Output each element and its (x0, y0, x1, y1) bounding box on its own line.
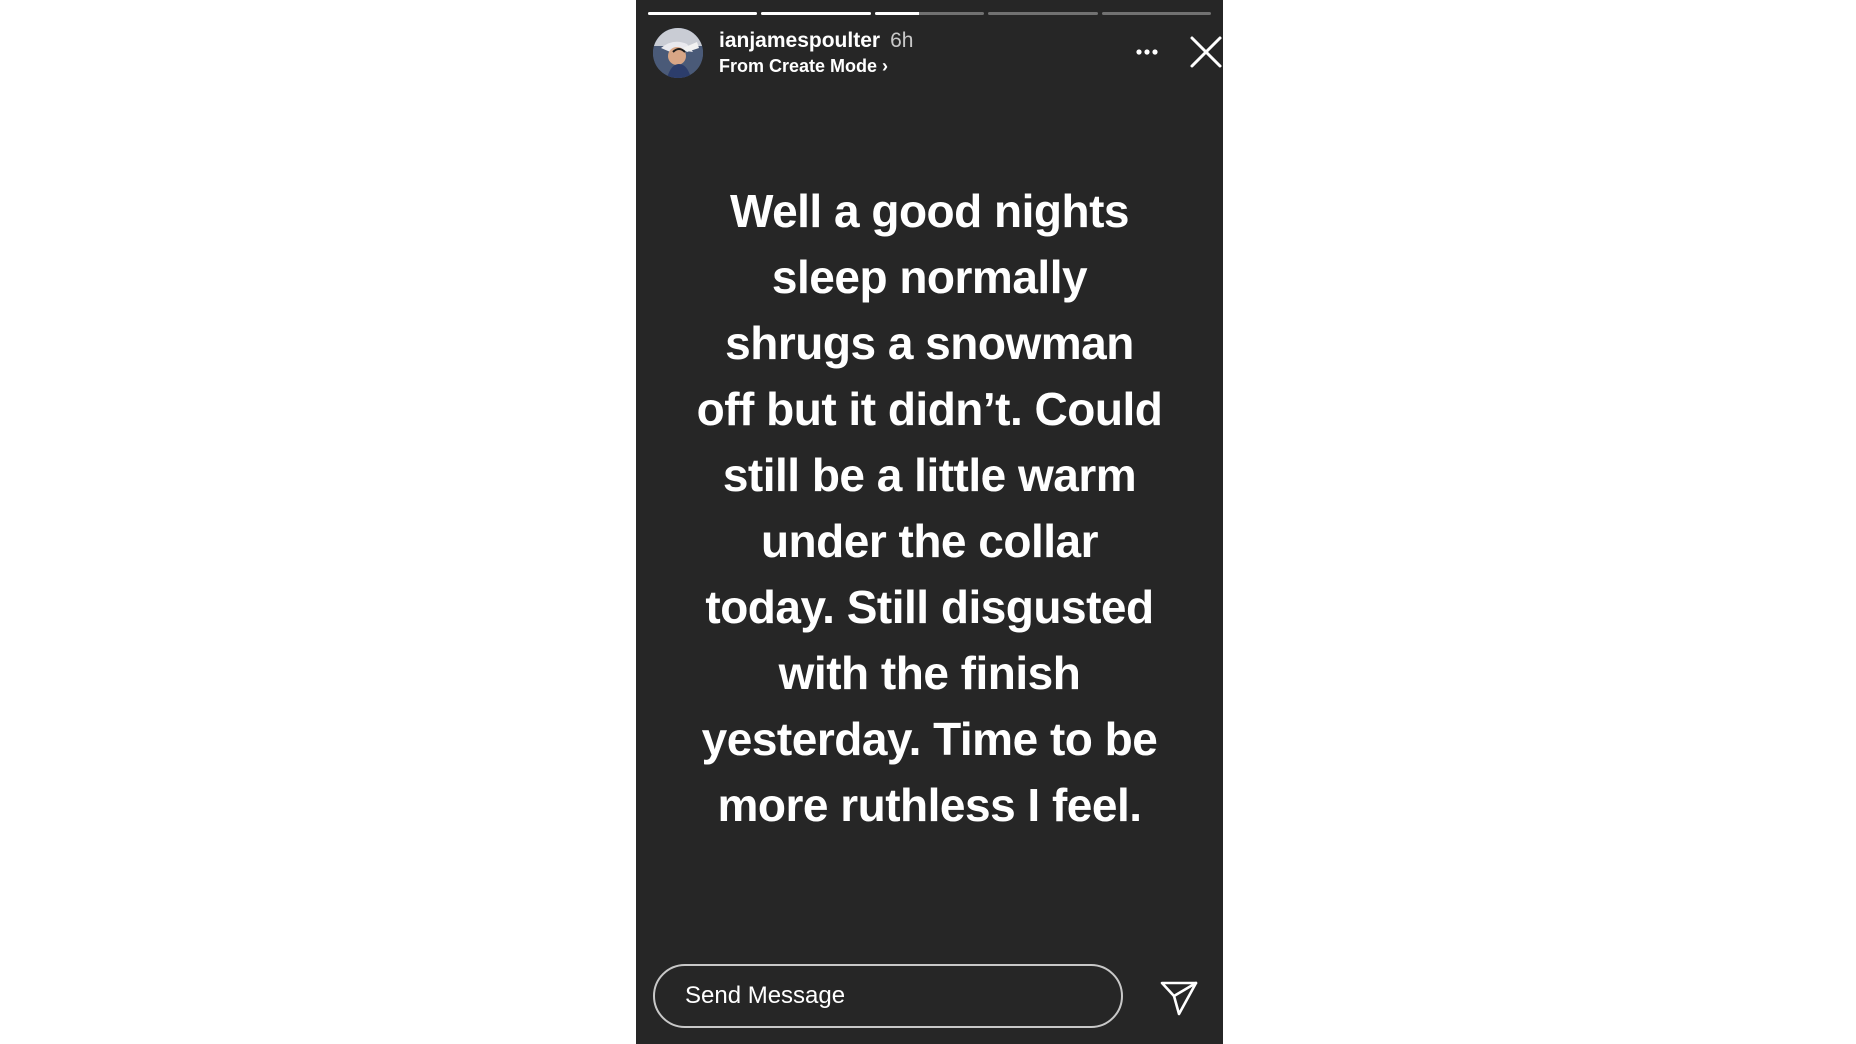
story-text-line: sleep normally (771, 251, 1088, 303)
page: ianjamespoulter 6h From Create Mode › We… (0, 0, 1856, 1044)
progress-segment (988, 12, 1098, 15)
chevron-right-icon: › (882, 56, 889, 76)
create-mode-link[interactable]: From Create Mode › (719, 56, 888, 77)
avatar[interactable] (653, 28, 703, 78)
story-text-line: more ruthless I feel. (717, 779, 1142, 831)
story-text-line: under the collar (760, 515, 1099, 567)
story-header: ianjamespoulter 6h From Create Mode › (653, 28, 1222, 80)
story-text-line: today. Still disgusted (705, 581, 1154, 633)
story-text-line: with the finish (778, 647, 1081, 699)
progress-segment (1101, 12, 1212, 15)
story-text-line: yesterday. Time to be (701, 713, 1158, 765)
progress-segment (761, 12, 871, 15)
story-text: Well a good nights sleep normally shrugs… (652, 178, 1207, 838)
story-text-line: Well a good nights (729, 185, 1130, 237)
close-icon[interactable] (1186, 32, 1223, 72)
create-mode-label: From Create Mode (719, 56, 878, 76)
timestamp: 6h (890, 29, 914, 52)
story-text-line: off but it didn’t. Could (696, 383, 1163, 435)
username[interactable]: ianjamespoulter (719, 29, 880, 52)
progress-segment (874, 12, 985, 15)
more-dots-icon[interactable] (1127, 42, 1167, 62)
story-progress-bar (648, 12, 1212, 15)
progress-segment (648, 12, 758, 15)
paper-plane-icon[interactable] (1159, 979, 1199, 1017)
story-text-line: still be a little warm (722, 449, 1137, 501)
story-viewer[interactable]: ianjamespoulter 6h From Create Mode › We… (636, 0, 1223, 1044)
story-text-line: shrugs a snowman (725, 317, 1134, 369)
send-message-input[interactable] (653, 964, 1123, 1028)
user-line: ianjamespoulter 6h (719, 29, 913, 53)
